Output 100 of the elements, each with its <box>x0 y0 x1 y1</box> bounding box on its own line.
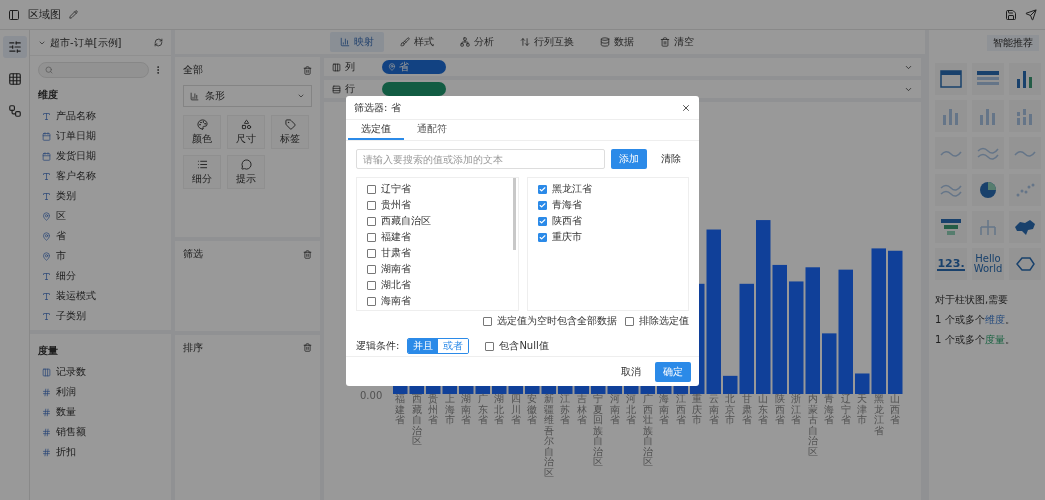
checkbox[interactable] <box>537 232 547 242</box>
card-chart-icon[interactable] <box>939 69 963 89</box>
axis-label: 贵州省 <box>427 394 440 427</box>
mark-button[interactable]: 标签 <box>271 115 309 150</box>
checkbox[interactable] <box>367 264 376 274</box>
speech-bubble-icon <box>240 158 252 170</box>
field-item[interactable]: 类别 <box>30 186 171 206</box>
text-type-icon <box>42 111 51 121</box>
share-icon[interactable] <box>1025 8 1037 21</box>
checkbox[interactable] <box>537 184 547 194</box>
checkbox-label: 辽宁省 <box>381 182 411 196</box>
recommend-button[interactable]: 智能推荐 <box>987 35 1039 51</box>
field-item[interactable]: 折扣 <box>30 442 171 462</box>
refresh-icon[interactable] <box>154 38 163 47</box>
checkbox[interactable] <box>367 216 376 226</box>
field-item[interactable]: 发货日期 <box>30 146 171 166</box>
field-item[interactable]: 区 <box>30 206 171 226</box>
checkbox-label: 黑龙江省 <box>551 182 592 196</box>
dialog-tab[interactable]: 选定值 <box>348 120 404 140</box>
toolbar-tab[interactable]: 分析 <box>450 32 504 52</box>
text-type-icon <box>42 271 51 281</box>
calendar-icon <box>42 151 51 161</box>
flow-icon[interactable] <box>7 104 22 118</box>
mark-button[interactable]: 提示 <box>227 155 265 190</box>
axis-label: 内蒙古自治区 <box>806 394 819 459</box>
axis-label: 青海省 <box>823 394 836 427</box>
number-icon <box>42 387 51 397</box>
toolbar-tab[interactable]: 行列互换 <box>510 32 584 52</box>
dataset-name[interactable]: 超市-订单[示例] <box>50 35 150 50</box>
toolbar-tab[interactable]: 数据 <box>590 32 644 52</box>
checkbox-label: 选定值为空时包含全部数据 <box>497 314 617 328</box>
axis-label: 北京市 <box>724 394 737 427</box>
field-item[interactable]: 销售额 <box>30 422 171 442</box>
checkbox[interactable] <box>625 316 634 326</box>
shelf-label: 行 <box>345 82 355 96</box>
field-item[interactable]: 订单日期 <box>30 126 171 146</box>
close-icon[interactable] <box>681 102 691 113</box>
trash-icon[interactable] <box>303 249 312 259</box>
toolbar-tab[interactable]: 清空 <box>650 32 704 52</box>
axis-label: 陕西省 <box>773 394 786 427</box>
field-item[interactable]: 省 <box>30 226 171 246</box>
checkbox[interactable] <box>367 200 376 210</box>
bar-chart-icon <box>190 91 199 101</box>
panel-icon[interactable] <box>8 8 20 21</box>
field-item[interactable]: 数量 <box>30 402 171 422</box>
funnel-icon[interactable] <box>939 217 963 237</box>
save-icon[interactable] <box>1005 8 1017 21</box>
search-field[interactable] <box>38 62 149 78</box>
ok-button[interactable]: 确定 <box>655 361 691 382</box>
field-pill[interactable] <box>382 82 446 96</box>
mark-button[interactable]: 尺寸 <box>227 115 265 150</box>
axis-label: 江西省 <box>674 394 687 427</box>
trash-icon <box>660 37 670 47</box>
axis-label: 湖南省 <box>460 394 473 427</box>
checkbox[interactable] <box>367 184 376 194</box>
grid-icon[interactable] <box>7 72 22 86</box>
checkbox[interactable] <box>367 296 376 306</box>
checkbox[interactable] <box>485 341 495 351</box>
dialog-tab[interactable]: 通配符 <box>404 120 460 140</box>
field-item[interactable]: 装运模式 <box>30 286 171 306</box>
checkbox[interactable] <box>367 232 376 242</box>
text-type-icon <box>42 171 51 181</box>
axis-label: 安徽省 <box>526 394 539 427</box>
search-field[interactable]: 请输入要搜索的值或添加的文本 <box>356 149 605 169</box>
checkbox[interactable] <box>537 216 547 226</box>
axis-label: 山西省 <box>889 394 902 427</box>
field-item[interactable]: 产品名称 <box>30 106 171 126</box>
field-item[interactable]: 客户名称 <box>30 166 171 186</box>
logic-toggle[interactable]: 并且 <box>408 339 439 353</box>
checkbox[interactable] <box>537 200 547 210</box>
field-item[interactable]: 子类别 <box>30 306 171 326</box>
edit-icon[interactable] <box>69 10 78 19</box>
field-item[interactable]: 细分 <box>30 266 171 286</box>
checkbox-label: 海南省 <box>381 294 411 308</box>
add-button[interactable]: 添加 <box>611 149 647 169</box>
axis-label: 浙江省 <box>790 394 803 427</box>
checkbox[interactable] <box>367 280 376 290</box>
text-type-icon <box>42 311 51 321</box>
trash-icon[interactable] <box>303 65 312 75</box>
field-item[interactable]: 市 <box>30 246 171 266</box>
map-icon[interactable] <box>1013 217 1037 237</box>
mark-button[interactable]: 细分 <box>183 155 221 190</box>
map-pin-icon <box>388 63 396 71</box>
axis-label: 西藏自治区 <box>410 394 423 448</box>
field-item[interactable]: 记录数 <box>30 362 171 382</box>
map-pin-icon <box>42 251 51 261</box>
checkbox[interactable] <box>367 248 376 258</box>
clear-button[interactable]: 清除 <box>653 149 689 169</box>
mark-button[interactable]: 颜色 <box>183 115 221 150</box>
field-item[interactable]: 利润 <box>30 382 171 402</box>
sliders-icon[interactable] <box>7 40 22 54</box>
field-pill[interactable]: 省 <box>382 60 446 74</box>
toolbar-tab[interactable]: 样式 <box>390 32 444 52</box>
cancel-button[interactable]: 取消 <box>613 361 649 382</box>
checkbox-label: 重庆市 <box>551 230 582 244</box>
mark-type-select[interactable]: 条形 <box>183 85 312 108</box>
trash-icon[interactable] <box>303 343 312 353</box>
toolbar-tab[interactable]: 映射 <box>330 32 384 52</box>
checkbox[interactable] <box>483 316 492 326</box>
checkbox-label: 贵州省 <box>381 198 411 212</box>
